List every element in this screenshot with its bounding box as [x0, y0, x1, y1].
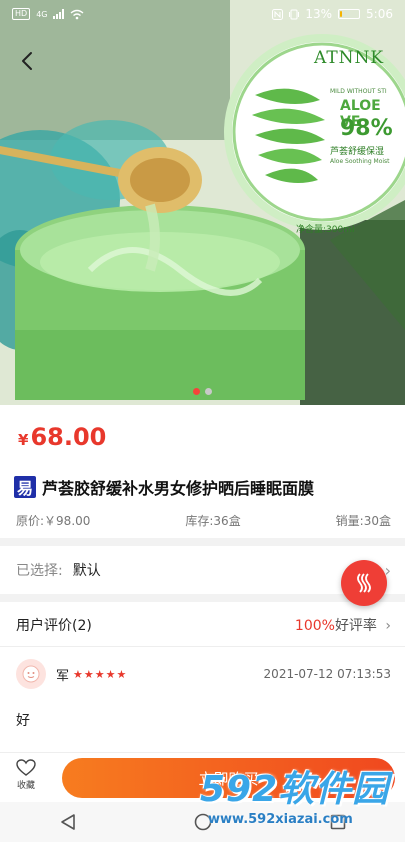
circle-home-icon	[194, 813, 211, 831]
rating-stars: ★★★★★	[73, 667, 128, 681]
square-recents-icon	[330, 814, 345, 830]
system-nav-bar	[0, 802, 405, 842]
user-avatar-icon	[22, 665, 40, 683]
avatar	[16, 659, 46, 689]
battery-percent: 13%	[305, 7, 333, 21]
vibrate-icon	[289, 9, 300, 19]
carousel-dot-active[interactable]	[193, 388, 200, 395]
store-badge: 易	[14, 476, 36, 498]
favorite-button[interactable]: 收藏	[12, 759, 40, 791]
nav-back-button[interactable]	[48, 807, 88, 837]
jar-en-line-text: Aloe Soothing Moist	[330, 158, 390, 165]
price: ¥ 68.00	[18, 423, 106, 451]
status-bar: HD 4G 13% 5:06	[0, 0, 405, 28]
nav-recents-button[interactable]	[318, 807, 358, 837]
product-meta: 原价:￥98.00 库存:36盒 销量:30盒	[16, 512, 391, 529]
signal-icon	[53, 9, 65, 19]
price-value: 68.00	[30, 423, 107, 451]
stock: 库存:36盒	[185, 514, 241, 528]
hd-indicator: HD	[12, 8, 31, 20]
product-title: 芦荟胶舒缓补水男女修护晒后睡眠面膜	[42, 479, 315, 498]
reviews-section: 用户评价(2) 100%好评率 › 军 ★★★★★ 2021-07-12 07:…	[0, 602, 405, 752]
battery-icon	[338, 9, 361, 19]
jar-net-text: 净含量:300ml	[296, 225, 355, 235]
review-text: 好	[16, 713, 30, 729]
floating-chat-button[interactable]	[341, 560, 387, 606]
jar-subtitle-text: MILD WITHOUT STI	[330, 88, 387, 95]
spec-select-value: 默认	[72, 563, 101, 579]
reviewer-name: 军	[56, 668, 70, 684]
review-date: 2021-07-12 07:13:53	[263, 667, 391, 681]
currency-symbol: ¥	[18, 431, 29, 449]
carousel-indicator	[0, 388, 405, 395]
back-button[interactable]	[10, 44, 44, 78]
wave-lines-icon	[357, 573, 371, 593]
reviews-title: 用户评价(2)	[16, 618, 92, 634]
product-image-carousel[interactable]: ATNNK MILD WITHOUT STI ALOE VE 98% 芦荟舒缓保…	[0, 0, 405, 405]
product-title-row: 易 芦荟胶舒缓补水男女修护晒后睡眠面膜	[14, 475, 314, 499]
favorite-label: 收藏	[16, 781, 35, 791]
network-type: 4G	[36, 9, 48, 19]
divider	[0, 646, 405, 647]
heart-icon	[16, 759, 36, 776]
sales: 销量:30盒	[335, 514, 391, 528]
triangle-back-icon	[60, 814, 75, 830]
jar-brand-text: ATNNK	[314, 48, 385, 68]
wifi-icon	[71, 9, 84, 19]
review-item-header: 军 ★★★★★ 2021-07-12 07:13:53	[16, 656, 391, 692]
clock: 5:06	[366, 7, 393, 21]
product-info-section: ¥ 68.00 易 芦荟胶舒缓补水男女修护晒后睡眠面膜 原价:￥98.00 库存…	[0, 405, 405, 538]
buy-now-button[interactable]: 立即购买	[62, 758, 395, 798]
positive-rate: 100%好评率 ›	[295, 615, 391, 635]
bottom-action-bar: 收藏 立即购买	[0, 752, 405, 803]
spec-select-label: 已选择:	[16, 563, 63, 579]
original-price: 原价:￥98.00	[16, 514, 91, 528]
nav-home-button[interactable]	[183, 807, 223, 837]
nfc-icon	[272, 8, 284, 20]
jar-cn-title-text: 芦荟舒缓保湿	[330, 147, 385, 157]
chevron-left-icon	[22, 52, 32, 70]
reviews-header[interactable]: 用户评价(2) 100%好评率 ›	[16, 612, 391, 638]
chevron-right-icon: ›	[385, 618, 391, 634]
carousel-dot[interactable]	[205, 388, 212, 395]
positive-rate-label: 好评率	[334, 618, 377, 634]
positive-rate-pct: 100%	[294, 618, 335, 634]
jar-percent-text: 98%	[340, 116, 393, 141]
